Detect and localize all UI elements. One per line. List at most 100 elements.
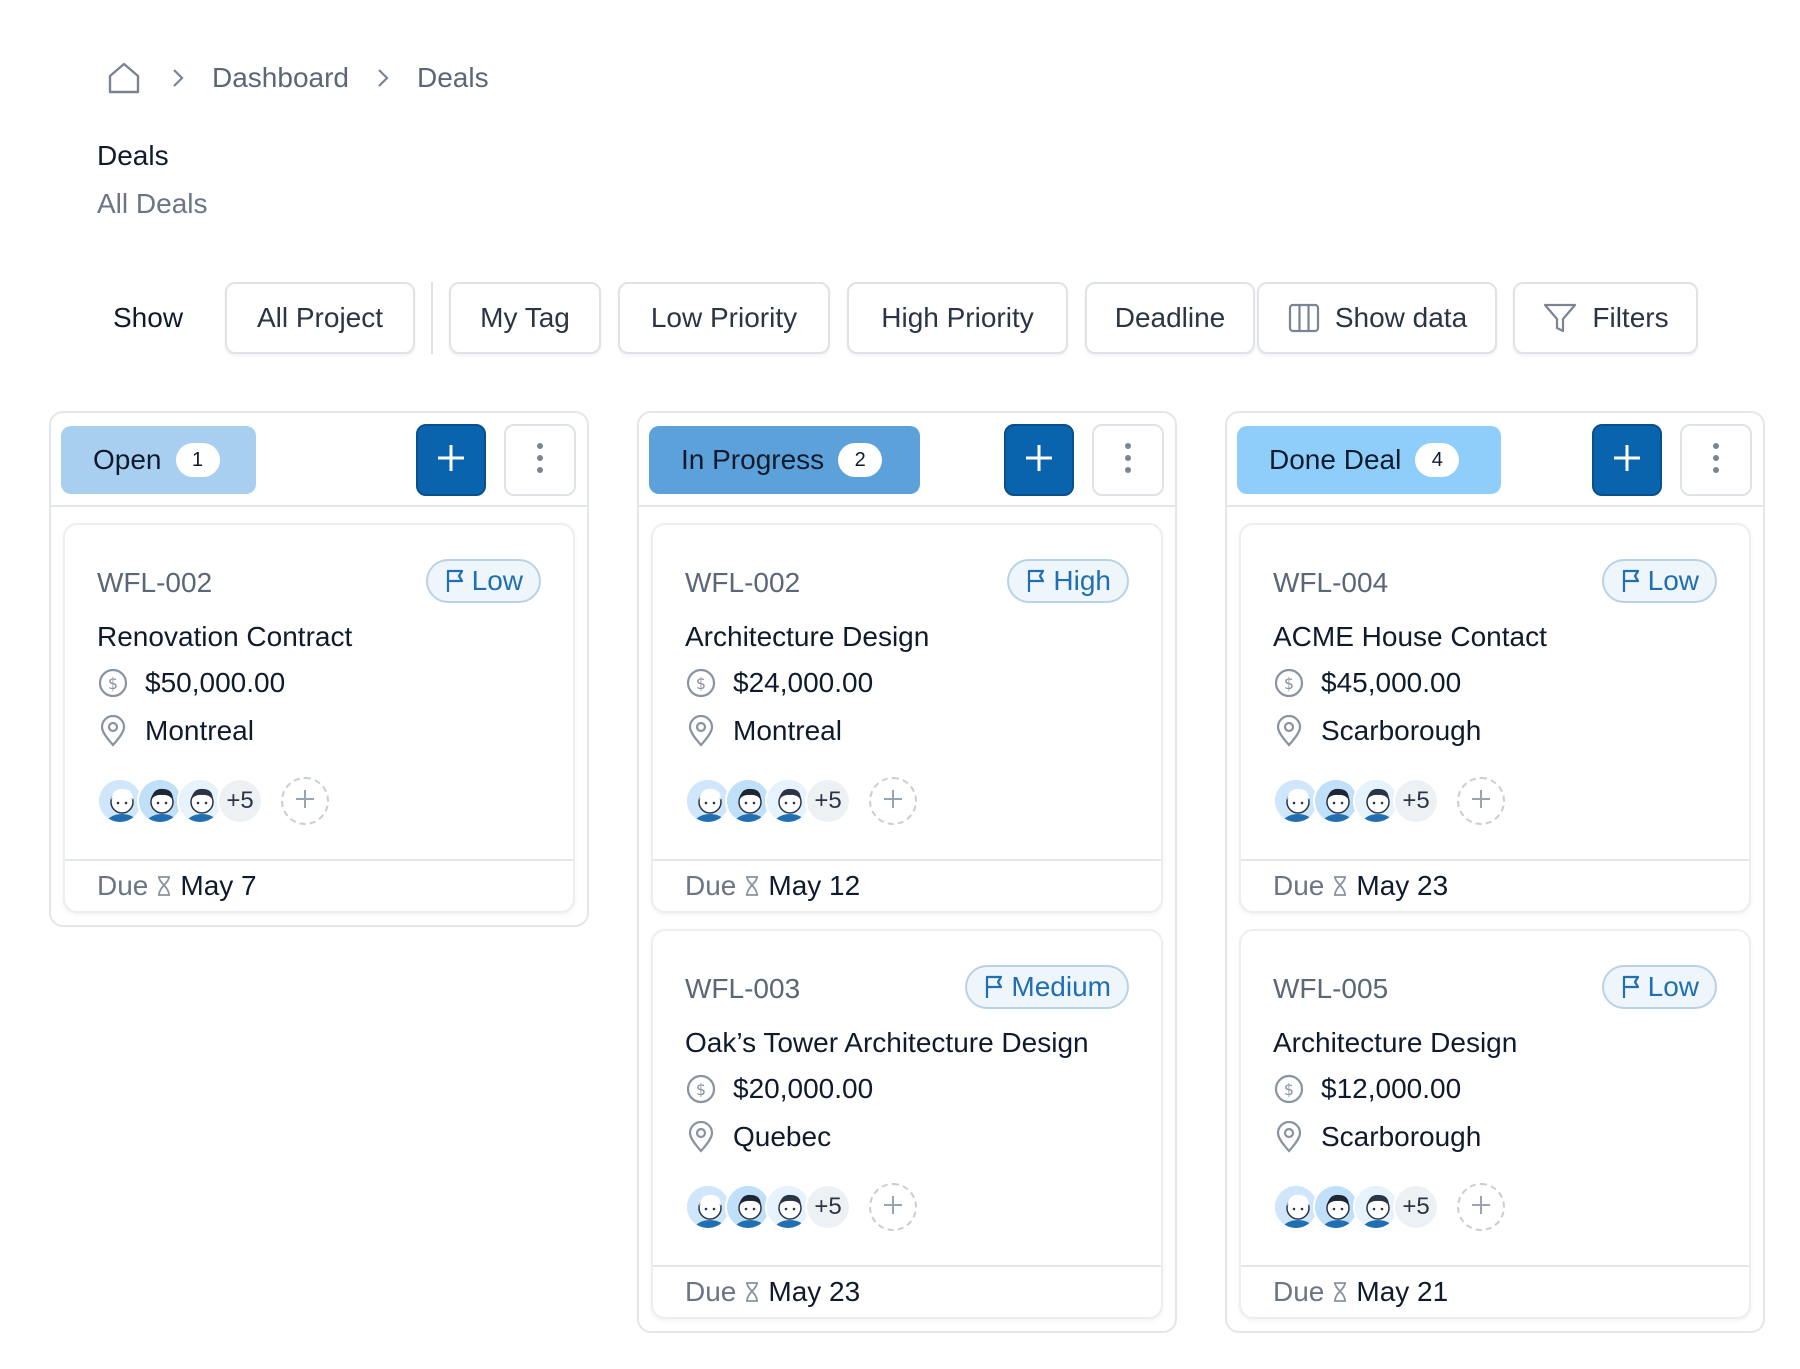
flag-icon xyxy=(1025,568,1047,594)
due-footer: Due May 23 xyxy=(653,1265,1161,1317)
column-status-pill[interactable]: Open 1 xyxy=(61,426,256,494)
location-pin-icon xyxy=(685,715,717,747)
svg-text:$: $ xyxy=(1284,1080,1294,1099)
plus-icon xyxy=(294,788,316,815)
chevron-right-icon xyxy=(162,58,194,98)
priority-label: Low xyxy=(1647,971,1699,1002)
more-assignees-count[interactable]: +5 xyxy=(805,778,851,824)
plus-icon xyxy=(882,1194,904,1221)
add-assignee-button[interactable] xyxy=(869,1183,917,1231)
filter-deadline[interactable]: Deadline xyxy=(1085,282,1255,354)
assignee-avatars: +5 xyxy=(685,1183,917,1231)
filters-button[interactable]: Filters xyxy=(1513,282,1698,354)
add-assignee-button[interactable] xyxy=(281,777,329,825)
deal-amount-row: $ $24,000.00 xyxy=(685,667,873,699)
deal-id: WFL-004 xyxy=(1273,567,1389,598)
column-open: Open 1 WFL-002 Low Renovation Contract $… xyxy=(49,411,589,927)
column-count-badge: 2 xyxy=(838,443,883,477)
hourglass-icon xyxy=(744,1281,760,1303)
due-label: Due xyxy=(97,870,149,901)
more-assignees-count[interactable]: +5 xyxy=(217,778,263,824)
due-date: May 23 xyxy=(1356,870,1449,901)
hourglass-icon xyxy=(1332,1281,1348,1303)
column-more-button[interactable] xyxy=(504,424,576,496)
flag-icon xyxy=(1620,568,1642,594)
deal-id: WFL-002 xyxy=(97,567,213,598)
more-vertical-icon xyxy=(1712,441,1720,480)
add-assignee-button[interactable] xyxy=(1457,1183,1505,1231)
column-more-button[interactable] xyxy=(1092,424,1164,496)
deal-card[interactable]: WFL-005 Low Architecture Design $ $12,00… xyxy=(1239,929,1751,1319)
show-data-button[interactable]: Show data xyxy=(1257,282,1497,354)
breadcrumb-deals[interactable]: Deals xyxy=(417,62,489,94)
plus-icon xyxy=(882,788,904,815)
deal-amount-row: $ $12,000.00 xyxy=(1273,1073,1461,1105)
add-assignee-button[interactable] xyxy=(869,777,917,825)
column-count-badge: 1 xyxy=(175,443,220,477)
deal-title: Architecture Design xyxy=(1273,1027,1518,1058)
due-date: May 12 xyxy=(768,870,861,901)
home-icon[interactable] xyxy=(104,58,144,98)
assignee-avatars: +5 xyxy=(1273,777,1505,825)
plus-icon xyxy=(1470,1194,1492,1221)
more-assignees-count[interactable]: +5 xyxy=(805,1184,851,1230)
add-deal-button[interactable] xyxy=(1004,424,1074,496)
deal-location-row: Quebec xyxy=(685,1121,831,1153)
due-date: May 21 xyxy=(1356,1276,1449,1307)
column-header: Open 1 xyxy=(51,413,587,507)
deal-amount-row: $ $20,000.00 xyxy=(685,1073,873,1105)
priority-label: Low xyxy=(1647,565,1699,596)
column-count-badge: 4 xyxy=(1415,443,1460,477)
due-footer: Due May 12 xyxy=(653,859,1161,911)
flag-icon xyxy=(1620,974,1642,1000)
priority-badge[interactable]: Low xyxy=(1601,965,1717,1009)
location-pin-icon xyxy=(1273,715,1305,747)
priority-badge[interactable]: High xyxy=(1007,559,1129,603)
dollar-icon: $ xyxy=(97,667,129,699)
filter-high-priority[interactable]: High Priority xyxy=(847,282,1068,354)
priority-badge[interactable]: Medium xyxy=(965,965,1129,1009)
column-status-pill[interactable]: In Progress 2 xyxy=(649,426,920,494)
location-pin-icon xyxy=(685,1121,717,1153)
deal-location-row: Scarborough xyxy=(1273,1121,1481,1153)
divider xyxy=(431,282,433,354)
filter-low-priority[interactable]: Low Priority xyxy=(618,282,830,354)
hourglass-icon xyxy=(156,875,172,897)
chevron-right-icon xyxy=(367,58,399,98)
breadcrumb-dashboard[interactable]: Dashboard xyxy=(212,62,349,94)
more-assignees-count[interactable]: +5 xyxy=(1393,1184,1439,1230)
priority-label: Medium xyxy=(1011,971,1111,1002)
priority-badge[interactable]: Low xyxy=(425,559,541,603)
deal-amount: $45,000.00 xyxy=(1321,667,1462,698)
deal-amount-row: $ $50,000.00 xyxy=(97,667,285,699)
hourglass-icon xyxy=(744,875,760,897)
deal-amount: $50,000.00 xyxy=(145,667,286,698)
filter-my-tag[interactable]: My Tag xyxy=(449,282,601,354)
dollar-icon: $ xyxy=(1273,1073,1305,1105)
deal-location: Quebec xyxy=(733,1121,832,1152)
deal-card[interactable]: WFL-002 Low Renovation Contract $ $50,00… xyxy=(63,523,575,913)
deal-card[interactable]: WFL-002 High Architecture Design $ $24,0… xyxy=(651,523,1163,913)
due-label: Due xyxy=(1273,1276,1325,1307)
flag-icon xyxy=(444,568,466,594)
filter-all-project[interactable]: All Project xyxy=(225,282,415,354)
add-deal-button[interactable] xyxy=(416,424,486,496)
deal-amount-row: $ $45,000.00 xyxy=(1273,667,1461,699)
plus-icon xyxy=(1022,441,1056,480)
add-assignee-button[interactable] xyxy=(1457,777,1505,825)
deal-card[interactable]: WFL-004 Low ACME House Contact $ $45,000… xyxy=(1239,523,1751,913)
priority-badge[interactable]: Low xyxy=(1601,559,1717,603)
deal-location: Montreal xyxy=(145,715,254,746)
column-status-pill[interactable]: Done Deal 4 xyxy=(1237,426,1501,494)
deal-title: Architecture Design xyxy=(685,621,930,652)
dollar-icon: $ xyxy=(1273,667,1305,699)
deal-card[interactable]: WFL-003 Medium Oak’s Tower Architecture … xyxy=(651,929,1163,1319)
due-label: Due xyxy=(1273,870,1325,901)
column-more-button[interactable] xyxy=(1680,424,1752,496)
more-assignees-count[interactable]: +5 xyxy=(1393,778,1439,824)
add-deal-button[interactable] xyxy=(1592,424,1662,496)
flag-icon xyxy=(983,974,1005,1000)
svg-text:$: $ xyxy=(108,674,118,693)
funnel-icon xyxy=(1542,301,1578,335)
deal-id: WFL-005 xyxy=(1273,973,1389,1004)
